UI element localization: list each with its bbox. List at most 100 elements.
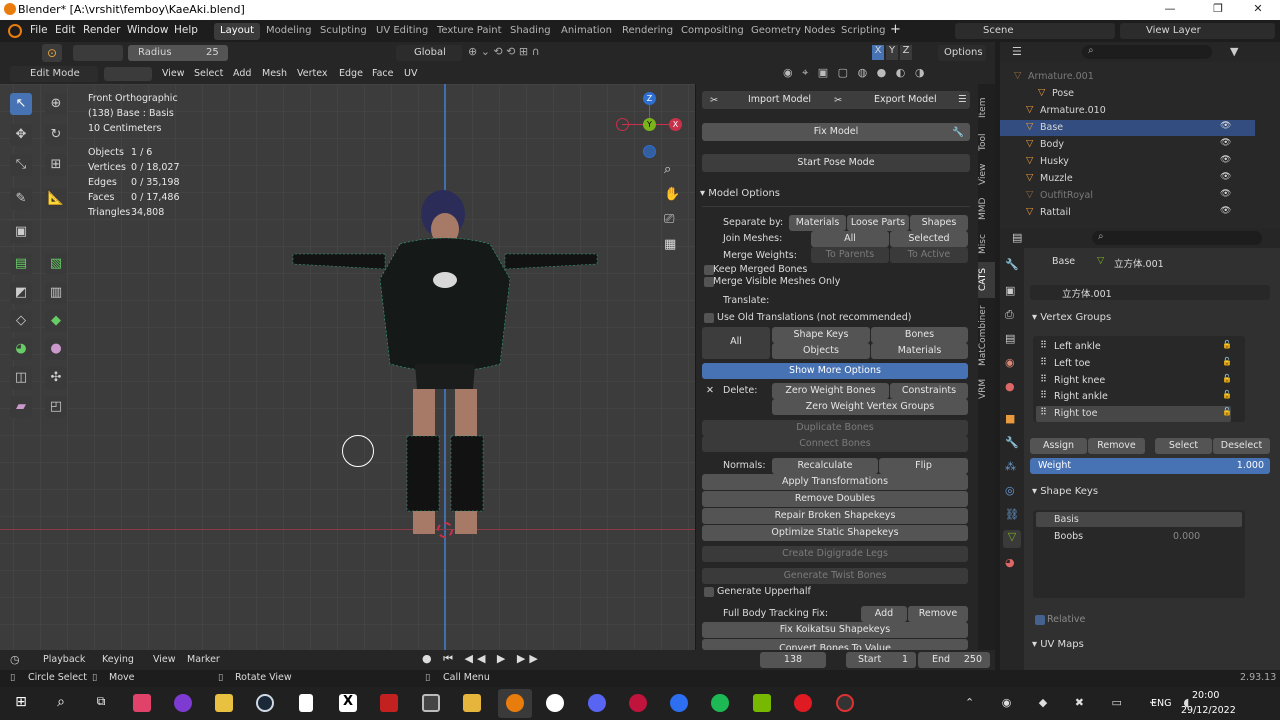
navigation-gizmo[interactable]: Z X Y (614, 89, 684, 159)
task-view-icon[interactable]: ⧉ (92, 694, 110, 712)
properties-editor-icon[interactable]: ▤ (1012, 231, 1022, 244)
fix-model-button[interactable]: Fix Model 🔧 (702, 123, 970, 141)
x-app-icon[interactable]: X (339, 694, 357, 712)
shape-keys-header[interactable]: ▾ Shape Keys (1032, 486, 1098, 497)
edge-slide-tool-icon[interactable]: ◫ (10, 367, 32, 389)
vertex-groups-header[interactable]: ▾ Vertex Groups (1032, 312, 1111, 323)
clock-time[interactable]: 20:00 (1192, 690, 1219, 701)
repair-shapekeys-button[interactable]: Repair Broken Shapekeys (702, 508, 968, 524)
app-icon-5[interactable] (670, 694, 688, 712)
show-more-options-button[interactable]: Show More Options (702, 363, 968, 379)
rotate-tool-icon[interactable]: ↻ (45, 124, 67, 146)
menu-render[interactable]: Render (83, 24, 120, 36)
shading-mode-icons[interactable]: ◉ ⌖ ▣ ▢ ◍ ● ◐ ◑ (783, 66, 983, 82)
translate-shape-keys-button[interactable]: Shape Keys (772, 327, 870, 343)
tab-rendering[interactable]: Rendering (616, 23, 679, 40)
spin-tool-icon[interactable]: ◕ (10, 338, 32, 360)
add-workspace-button[interactable]: + (890, 22, 901, 37)
timeline-menu-keying[interactable]: Keying (102, 654, 134, 665)
header-menu-mesh[interactable]: Mesh (262, 68, 287, 79)
opera-icon[interactable] (794, 694, 812, 712)
data-tab-icon[interactable]: ▽ (1003, 530, 1021, 548)
mirror-x-toggle[interactable]: X (872, 45, 884, 60)
lock-icon[interactable]: 🔓 (1222, 407, 1232, 416)
scene-selector[interactable]: Scene (955, 23, 1115, 39)
to-parents-button[interactable]: To Parents (811, 247, 889, 263)
digigrade-legs-button[interactable]: Create Digigrade Legs (702, 546, 968, 562)
lock-icon[interactable]: 🔓 (1222, 357, 1232, 366)
inset-tool-icon[interactable]: ▧ (45, 253, 67, 275)
output-tab-icon[interactable]: ⎙ (1005, 308, 1014, 322)
tab-cats[interactable]: CATS (978, 262, 995, 298)
outliner-row[interactable]: ▽ Body 👁 (1000, 137, 1255, 153)
tab-mmd[interactable]: MMD (978, 192, 995, 226)
timeline-editor-icon[interactable]: ◷ (10, 653, 20, 666)
import-model-button[interactable]: Import Model (748, 92, 811, 107)
zero-weight-vertex-groups-button[interactable]: Zero Weight Vertex Groups (772, 399, 968, 415)
end-frame-field[interactable]: End 250 (918, 652, 990, 668)
recalculate-button[interactable]: Recalculate (772, 458, 878, 474)
visibility-eye-icon[interactable]: 👁 (1220, 121, 1231, 131)
assign-button[interactable]: Assign (1030, 438, 1087, 454)
outliner-row[interactable]: ▽ Pose (1000, 86, 1255, 102)
weight-slider[interactable]: Weight 1.000 (1030, 458, 1270, 474)
translate-bones-button[interactable]: Bones (871, 327, 968, 343)
outliner-editor-icon[interactable]: ☰ (1012, 45, 1022, 58)
menu-file[interactable]: File (30, 24, 48, 36)
tab-item[interactable]: Item (978, 90, 995, 126)
separate-materials-button[interactable]: Materials (789, 215, 846, 231)
outliner-row[interactable]: ▽ OutfitRoyal 👁 (1000, 188, 1255, 204)
tab-sculpting[interactable]: Sculpting (314, 23, 373, 40)
clock-date[interactable]: 29/12/2022 (1181, 705, 1236, 716)
tab-view[interactable]: View (978, 158, 995, 190)
knife-tool-icon[interactable]: ◇ (10, 310, 32, 332)
mode-dropdown[interactable]: Edit Mode (10, 66, 98, 82)
header-menu-face[interactable]: Face (372, 68, 393, 79)
view-layer-tab-icon[interactable]: ▤ (1005, 332, 1015, 345)
material-tab-icon[interactable]: ◕ (1005, 556, 1015, 569)
gizmo-z-axis[interactable]: Z (643, 92, 656, 105)
orientation-dropdown[interactable]: Global (396, 45, 462, 61)
poly-build-tool-icon[interactable]: ◆ (45, 310, 67, 332)
remove-button[interactable]: Remove (1088, 438, 1145, 454)
to-active-button[interactable]: To Active (890, 247, 968, 263)
header-menu-view[interactable]: View (162, 68, 185, 79)
vertex-group-row[interactable]: ⠿ Right ankle 🔓 (1036, 389, 1232, 405)
app-icon-3[interactable] (215, 694, 233, 712)
character-mesh[interactable] (285, 184, 605, 544)
measure-tool-icon[interactable]: 📐 (45, 188, 67, 210)
outliner-row[interactable]: ▽ Armature.010 (1000, 103, 1255, 119)
lock-icon[interactable]: 🔓 (1222, 374, 1232, 383)
lock-icon[interactable]: 🔓 (1222, 340, 1232, 349)
join-all-button[interactable]: All (811, 231, 889, 247)
relative-checkbox[interactable] (1035, 615, 1045, 625)
playback-controls[interactable]: ● ⏮ ◀◀ ▶ ▶▶ ⏭ (422, 652, 562, 679)
translate-materials-button[interactable]: Materials (871, 343, 968, 359)
vertex-edge-face-toggles[interactable] (104, 67, 152, 81)
connect-bones-button[interactable]: Connect Bones (702, 436, 968, 452)
gizmo-y-axis[interactable]: Y (643, 118, 656, 131)
world-tab-icon[interactable]: ● (1005, 380, 1015, 393)
vertex-group-row[interactable]: ⠿ Left ankle 🔓 (1036, 339, 1232, 355)
app-icon-1[interactable] (133, 694, 151, 712)
options-dropdown[interactable]: Options (938, 45, 986, 61)
visibility-eye-icon[interactable]: 👁 (1220, 172, 1231, 182)
vertex-group-row[interactable]: ⠿ Right knee 🔓 (1036, 373, 1232, 389)
tab-shading[interactable]: Shading (504, 23, 557, 40)
tab-tool[interactable]: Tool (978, 126, 995, 158)
constraints-tab-icon[interactable]: ⛓ (1005, 508, 1019, 521)
opera-gx-icon[interactable] (629, 694, 647, 712)
mesh-datablock-field[interactable]: 立方体.001 (1030, 285, 1270, 300)
select-tool-icon[interactable]: ⊙ (42, 44, 62, 62)
3d-viewport[interactable]: ↖ ⊕ ✥ ↻ ⤡ ⊞ ✎ 📐 ▣ ▤ ▧ ◩ ▥ ◇ ◆ ◕ ● ◫ ✣ ▰ … (0, 84, 695, 650)
deselect-button[interactable]: Deselect (1213, 438, 1270, 454)
fbt-add-button[interactable]: Add (861, 606, 907, 622)
header-menu-add[interactable]: Add (233, 68, 251, 79)
menu-edit[interactable]: Edit (55, 24, 75, 36)
outliner-row[interactable]: ▽ Base 👁 (1000, 120, 1255, 136)
scene-tab-icon[interactable]: ◉ (1005, 356, 1015, 369)
join-selected-button[interactable]: Selected (890, 231, 968, 247)
rip-tool-icon[interactable]: ◰ (45, 396, 67, 418)
filter-icon[interactable]: ▼ (1230, 45, 1238, 58)
radius-field[interactable]: Radius 25 (128, 45, 228, 61)
